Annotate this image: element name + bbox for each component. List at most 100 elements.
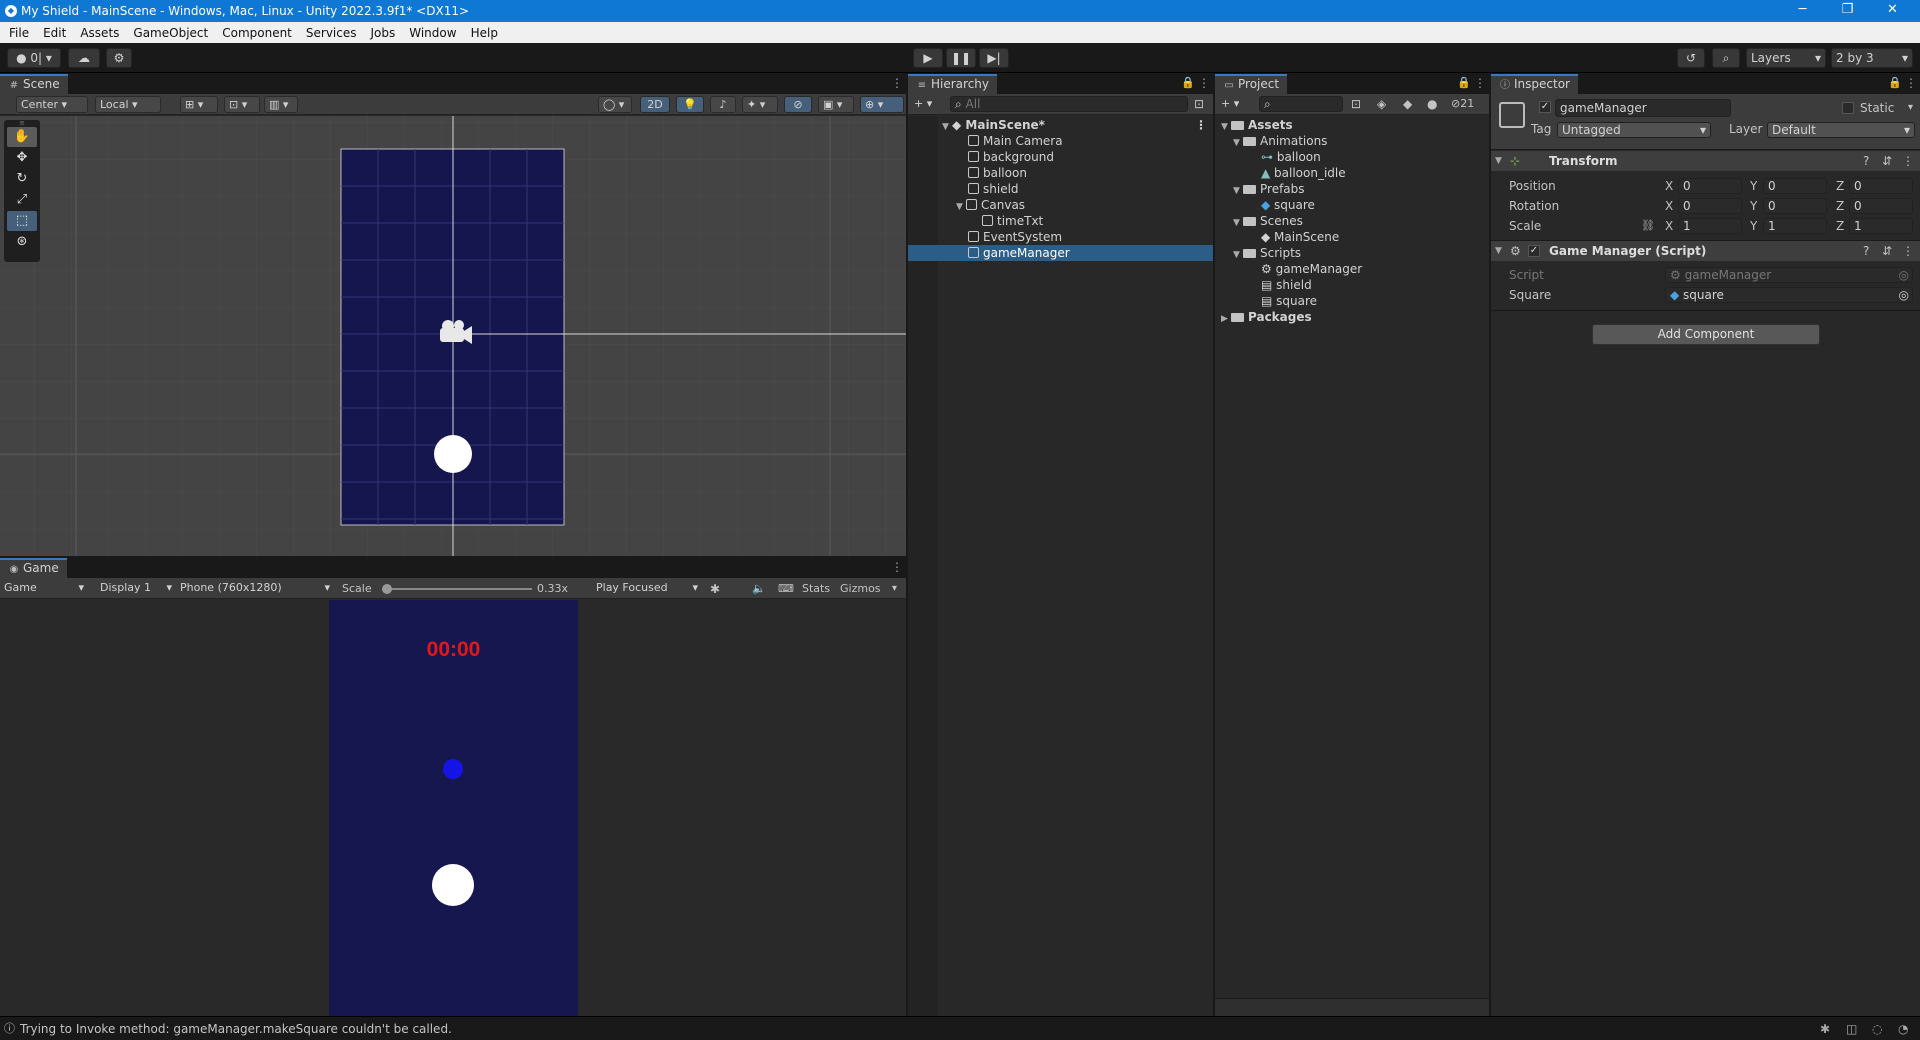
kebab-menu-icon[interactable]: ⋮ xyxy=(1902,153,1914,169)
snap-increment-button[interactable]: ⊡ ▾ xyxy=(224,96,260,113)
static-checkbox[interactable] xyxy=(1842,102,1854,114)
lighting-toggle-button[interactable]: 💡 xyxy=(676,96,704,113)
grid-snap-button[interactable]: ⊞ ▾ xyxy=(180,96,218,113)
move-tool-icon[interactable]: ✥ xyxy=(7,148,37,168)
project-asset[interactable]: ⚙ gameManager xyxy=(1215,261,1489,277)
kebab-menu-icon[interactable]: ⋮ xyxy=(1902,243,1914,259)
layer-dropdown[interactable]: Default ▾ xyxy=(1767,122,1915,138)
effects-button[interactable]: ✦ ▾ xyxy=(742,96,778,113)
rotation-y-field[interactable]: 0 xyxy=(1763,198,1827,214)
hierarchy-item[interactable]: balloon xyxy=(908,165,1213,181)
scene-viewport[interactable]: ≡ ✋ ✥ ↻ ⤢ ⬚ ⊛ xyxy=(0,116,906,556)
minimize-button[interactable]: ─ xyxy=(1780,0,1825,22)
scale-y-field[interactable]: 1 xyxy=(1763,218,1827,234)
tab-project[interactable]: ▭ Project xyxy=(1215,74,1288,94)
game-viewport[interactable]: 00:00 xyxy=(0,600,906,1016)
resolution-dropdown[interactable]: Phone (760x1280) ▾ xyxy=(176,580,334,597)
gizmos-button[interactable]: ⊕ ▾ xyxy=(860,96,904,113)
project-asset[interactable]: ▤ square xyxy=(1215,293,1489,309)
tab-game[interactable]: ◉ Game xyxy=(0,558,67,578)
status-message[interactable]: Trying to Invoke method: gameManager.mak… xyxy=(20,1021,452,1037)
menu-window[interactable]: Window xyxy=(402,26,463,40)
rotation-z-field[interactable]: 0 xyxy=(1849,198,1913,214)
camera-settings-button[interactable]: ▣ ▾ xyxy=(818,96,854,113)
progress-icon[interactable]: ◔ xyxy=(1898,1021,1908,1037)
search-by-label-icon[interactable]: ◈ xyxy=(1377,96,1386,112)
bug-icon[interactable]: ✱ xyxy=(710,581,720,597)
menu-jobs[interactable]: Jobs xyxy=(364,26,403,40)
lock-icon[interactable]: 🔒 xyxy=(1888,76,1902,89)
scene-root[interactable]: ▼ ◆ MainScene* ⋮ xyxy=(908,117,1213,133)
menu-edit[interactable]: Edit xyxy=(36,26,73,40)
hierarchy-item[interactable]: EventSystem xyxy=(908,229,1213,245)
project-folder-scenes[interactable]: ▼ Scenes xyxy=(1215,213,1489,229)
display-dropdown[interactable]: Display 1 ▾ xyxy=(96,580,174,597)
project-folder-assets[interactable]: ▼ Assets xyxy=(1215,117,1489,133)
scale-x-field[interactable]: 1 xyxy=(1678,218,1742,234)
transform-tool-icon[interactable]: ⊛ xyxy=(7,232,37,252)
maximize-button[interactable]: ❐ xyxy=(1825,0,1870,22)
scale-z-field[interactable]: 1 xyxy=(1849,218,1913,234)
play-focus-dropdown[interactable]: Play Focused ▾ xyxy=(592,580,702,597)
target-icon[interactable]: ◎ xyxy=(1899,288,1909,302)
shading-mode-button[interactable]: ◯ ▾ xyxy=(598,96,632,113)
help-icon[interactable]: ? xyxy=(1863,243,1869,259)
component-enabled-checkbox[interactable]: ✓ xyxy=(1528,245,1540,257)
hierarchy-item[interactable]: background xyxy=(908,149,1213,165)
tag-icon[interactable]: ◆ xyxy=(1403,96,1412,112)
script-component-header[interactable]: ▼ ⚙ ✓ Game Manager (Script) ? ⇵ ⋮ xyxy=(1491,241,1920,261)
collab-button[interactable]: ⚙ xyxy=(106,48,132,68)
transform-header[interactable]: ▼ ⊹ Transform ? ⇵ ⋮ xyxy=(1491,151,1920,171)
project-asset[interactable]: ◆ MainScene xyxy=(1215,229,1489,245)
kebab-menu-icon[interactable]: ⋮ xyxy=(891,76,903,90)
menu-services[interactable]: Services xyxy=(299,26,364,40)
project-search[interactable]: ⌕ xyxy=(1259,96,1343,112)
lock-icon[interactable]: 🔒 xyxy=(1181,76,1195,89)
tab-hierarchy[interactable]: ≡ Hierarchy xyxy=(908,74,998,94)
add-component-button[interactable]: Add Component xyxy=(1592,324,1820,345)
project-folder-animations[interactable]: ▼ Animations xyxy=(1215,133,1489,149)
auto-generate-lighting-icon[interactable]: ◌ xyxy=(1872,1021,1882,1037)
keyboard-icon[interactable]: ⌨ xyxy=(778,581,794,597)
layers-dropdown[interactable]: Layers ▾ xyxy=(1746,48,1826,68)
scale-slider-thumb[interactable] xyxy=(382,584,392,594)
stats-button[interactable]: Stats xyxy=(802,581,830,597)
project-folder-prefabs[interactable]: ▼ Prefabs xyxy=(1215,181,1489,197)
project-asset[interactable]: ◆ square xyxy=(1215,197,1489,213)
menu-help[interactable]: Help xyxy=(464,26,505,40)
preset-icon[interactable]: ⇵ xyxy=(1882,243,1892,259)
rotation-x-field[interactable]: 0 xyxy=(1678,198,1742,214)
account-dropdown[interactable]: ● 0| ▾ xyxy=(7,48,61,68)
square-field[interactable]: ◆ square ◎ xyxy=(1665,287,1913,303)
scale-slider[interactable] xyxy=(382,584,532,594)
hidden-packages-toggle[interactable]: ⊘21 xyxy=(1451,96,1474,112)
toggle-2d-button[interactable]: 2D xyxy=(640,96,670,113)
hierarchy-item[interactable]: Main Camera xyxy=(908,133,1213,149)
hierarchy-search[interactable]: ⌕ All xyxy=(950,96,1188,112)
hierarchy-item[interactable]: ▼ Canvas xyxy=(908,197,1213,213)
search-by-type-icon[interactable]: ⊡ xyxy=(1351,96,1361,112)
space-dropdown[interactable]: Local ▾ xyxy=(95,96,161,113)
step-button[interactable]: ▶| xyxy=(979,48,1009,68)
hierarchy-item-selected[interactable]: gameManager xyxy=(908,245,1213,261)
hierarchy-item[interactable]: shield xyxy=(908,181,1213,197)
project-folder-packages[interactable]: ▶ Packages xyxy=(1215,309,1489,325)
game-view-dropdown[interactable]: Game ▾ xyxy=(0,580,88,597)
search-options-icon[interactable]: ⊡ xyxy=(1194,96,1204,112)
search-button[interactable]: ⌕ xyxy=(1712,48,1740,68)
project-asset[interactable]: ▤ shield xyxy=(1215,277,1489,293)
menu-assets[interactable]: Assets xyxy=(73,26,126,40)
hand-tool-icon[interactable]: ✋ xyxy=(7,127,37,147)
position-x-field[interactable]: 0 xyxy=(1678,178,1742,194)
link-icon[interactable]: ⛓ xyxy=(1641,218,1655,234)
hidden-objects-button[interactable]: ⊘ xyxy=(784,96,812,113)
play-button[interactable]: ▶ xyxy=(913,48,943,68)
grid-visibility-button[interactable]: ▥ ▾ xyxy=(264,96,298,113)
mute-audio-icon[interactable]: 🔈 xyxy=(752,581,766,597)
create-asset-button[interactable]: + ▾ xyxy=(1217,96,1245,113)
chevron-down-icon[interactable]: ▾ xyxy=(892,581,897,597)
position-z-field[interactable]: 0 xyxy=(1849,178,1913,194)
pivot-dropdown[interactable]: Center ▾ xyxy=(16,96,88,113)
audio-toggle-button[interactable]: ♪ xyxy=(710,96,736,113)
pause-button[interactable]: ❚❚ xyxy=(946,48,976,68)
